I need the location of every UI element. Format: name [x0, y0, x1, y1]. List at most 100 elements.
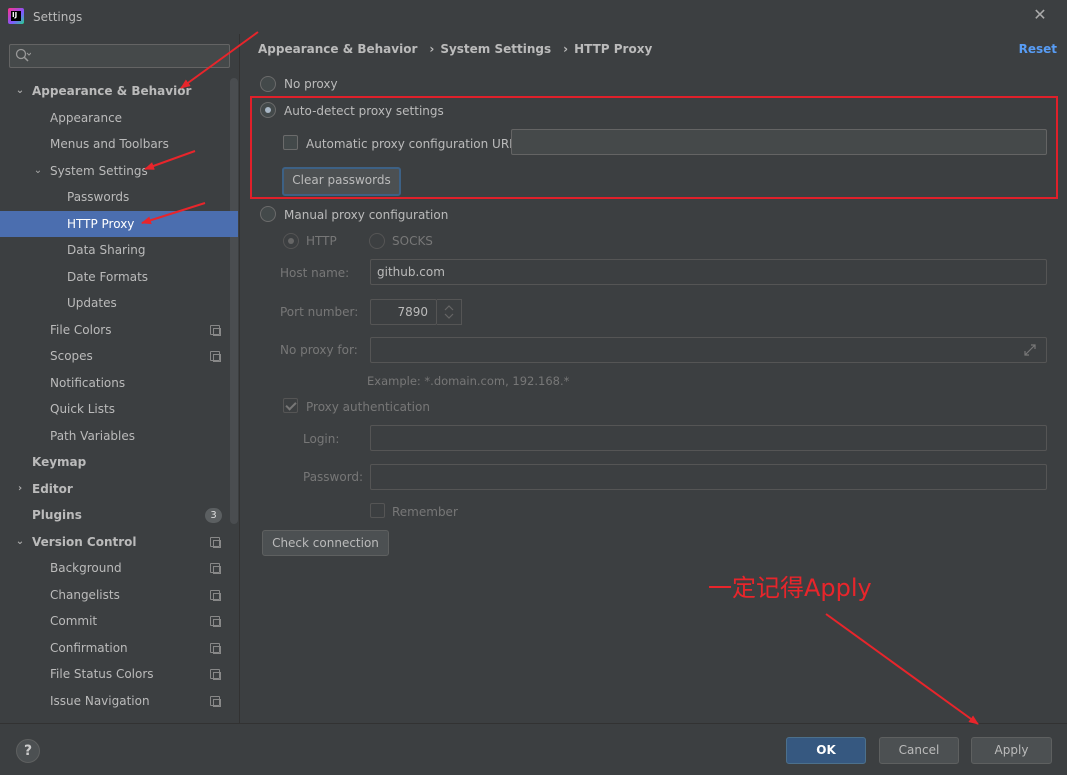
- tree-item-label: Editor: [32, 482, 73, 496]
- password-field[interactable]: [370, 464, 1047, 490]
- project-scope-icon: [210, 537, 221, 548]
- example-hint: Example: *.domain.com, 192.168.*: [367, 374, 570, 388]
- no-proxy-for-field[interactable]: [370, 337, 1047, 363]
- tree-item-quick-lists[interactable]: Quick Lists: [0, 396, 238, 422]
- tree-item-path-variables[interactable]: Path Variables: [0, 423, 238, 449]
- app-logo-text: IJ: [12, 11, 18, 19]
- title-bar: IJ Settings ✕: [0, 0, 1067, 34]
- project-scope-icon: [210, 669, 221, 680]
- port-number-field[interactable]: 7890: [370, 299, 437, 325]
- apply-button[interactable]: Apply: [971, 737, 1052, 764]
- search-icon: [15, 48, 31, 62]
- socks-radio[interactable]: [369, 233, 385, 249]
- tree-item-plugins[interactable]: Plugins 3: [0, 502, 238, 528]
- project-scope-icon: [210, 325, 221, 336]
- tree-item-passwords[interactable]: Passwords: [0, 184, 238, 210]
- chevron-right-icon: ›: [563, 42, 569, 56]
- chevron-down-icon[interactable]: ⌄: [33, 158, 43, 184]
- tree-item-commit[interactable]: Commit: [0, 608, 238, 634]
- tree-item-issue-navigation[interactable]: Issue Navigation: [0, 688, 238, 714]
- tree-item-label: HTTP Proxy: [67, 217, 135, 231]
- remember-checkbox[interactable]: [370, 503, 385, 518]
- tree-item-label: Menus and Toolbars: [50, 137, 169, 151]
- socks-label: SOCKS: [392, 234, 433, 248]
- tree-item-notifications[interactable]: Notifications: [0, 370, 238, 396]
- chevron-right-icon[interactable]: ›: [15, 476, 25, 502]
- chevron-down-icon[interactable]: ⌄: [15, 78, 25, 104]
- tree-item-menus-toolbars[interactable]: Menus and Toolbars: [0, 131, 238, 157]
- tree-item-http-proxy[interactable]: HTTP Proxy: [0, 211, 238, 237]
- host-name-label: Host name:: [280, 266, 350, 280]
- project-scope-icon: [210, 616, 221, 627]
- search-box[interactable]: [9, 44, 230, 68]
- search-input[interactable]: [34, 47, 224, 65]
- chevron-down-icon[interactable]: ⌄: [15, 529, 25, 555]
- tree-item-label: Scopes: [50, 349, 93, 363]
- port-spinner[interactable]: [437, 299, 462, 325]
- tree-item-appearance-behavior[interactable]: ⌄ Appearance & Behavior: [0, 78, 238, 104]
- tree-item-label: Keymap: [32, 455, 87, 469]
- tree-item-version-control[interactable]: ⌄ Version Control: [0, 529, 238, 555]
- plugins-count-badge: 3: [205, 508, 222, 523]
- breadcrumb-item[interactable]: Appearance & Behavior: [258, 42, 417, 56]
- window-title: Settings: [33, 10, 83, 24]
- breadcrumb-item: HTTP Proxy: [574, 42, 653, 56]
- close-icon[interactable]: ✕: [1033, 7, 1047, 23]
- annotation-text: 一定记得Apply: [708, 574, 872, 602]
- no-proxy-radio[interactable]: [260, 76, 276, 92]
- login-label: Login:: [303, 432, 340, 446]
- login-field[interactable]: [370, 425, 1047, 451]
- app-logo-icon: IJ: [8, 8, 24, 24]
- tree-item-label: Updates: [67, 296, 117, 310]
- tree-item-label: Changelists: [50, 588, 120, 602]
- no-proxy-for-label: No proxy for:: [280, 343, 358, 357]
- tree-item-label: File Status Colors: [50, 667, 154, 681]
- tree-item-label: Commit: [50, 614, 98, 628]
- proxy-auth-checkbox[interactable]: [283, 398, 298, 413]
- breadcrumb: Appearance & Behavior › System Settings › HT…: [258, 42, 658, 58]
- tree-item-label: Path Variables: [50, 429, 136, 443]
- annotation-highlight-box: [250, 96, 1058, 199]
- breadcrumb-item[interactable]: System Settings: [440, 42, 551, 56]
- proxy-auth-label: Proxy authentication: [306, 400, 430, 414]
- tree-item-scopes[interactable]: Scopes: [0, 343, 238, 369]
- host-name-field[interactable]: github.com: [370, 259, 1047, 285]
- no-proxy-label: No proxy: [284, 77, 338, 91]
- manual-proxy-radio[interactable]: [260, 206, 276, 222]
- tree-item-label: Quick Lists: [50, 402, 115, 416]
- cancel-button[interactable]: Cancel: [879, 737, 959, 764]
- tree-item-file-colors[interactable]: File Colors: [0, 317, 238, 343]
- tree-item-editor[interactable]: › Editor: [0, 476, 238, 502]
- tree-item-label: Plugins: [32, 508, 82, 522]
- project-scope-icon: [210, 696, 221, 707]
- check-connection-button[interactable]: Check connection: [262, 530, 389, 556]
- tree-item-label: Passwords: [67, 190, 130, 204]
- project-scope-icon: [210, 590, 221, 601]
- tree-item-confirmation[interactable]: Confirmation: [0, 635, 238, 661]
- tree-item-system-settings[interactable]: ⌄ System Settings: [0, 158, 238, 184]
- tree-item-appearance[interactable]: Appearance: [0, 105, 238, 131]
- tree-item-keymap[interactable]: Keymap: [0, 449, 238, 475]
- project-scope-icon: [210, 351, 221, 362]
- remember-label: Remember: [392, 505, 458, 519]
- tree-item-label: Version Control: [32, 535, 137, 549]
- expand-icon[interactable]: [1022, 342, 1038, 358]
- tree-item-changelists[interactable]: Changelists: [0, 582, 238, 608]
- http-radio[interactable]: [283, 233, 299, 249]
- tree-item-label: Appearance & Behavior: [32, 84, 192, 98]
- help-button[interactable]: ?: [16, 739, 40, 763]
- tree-item-background[interactable]: Background: [0, 555, 238, 581]
- tree-item-date-formats[interactable]: Date Formats: [0, 264, 238, 290]
- spinner-arrows-icon: [444, 305, 454, 319]
- reset-link[interactable]: Reset: [1019, 42, 1057, 56]
- tree-item-label: Background: [50, 561, 122, 575]
- settings-sidebar: ⌄ Appearance & Behavior Appearance Menus…: [0, 34, 240, 723]
- http-label: HTTP: [306, 234, 337, 248]
- tree-item-label: Confirmation: [50, 641, 128, 655]
- tree-item-file-status-colors[interactable]: File Status Colors: [0, 661, 238, 687]
- ok-button[interactable]: OK: [786, 737, 866, 764]
- project-scope-icon: [210, 643, 221, 654]
- tree-item-data-sharing[interactable]: Data Sharing: [0, 237, 238, 263]
- tree-item-label: System Settings: [50, 164, 148, 178]
- tree-item-updates[interactable]: Updates: [0, 290, 238, 316]
